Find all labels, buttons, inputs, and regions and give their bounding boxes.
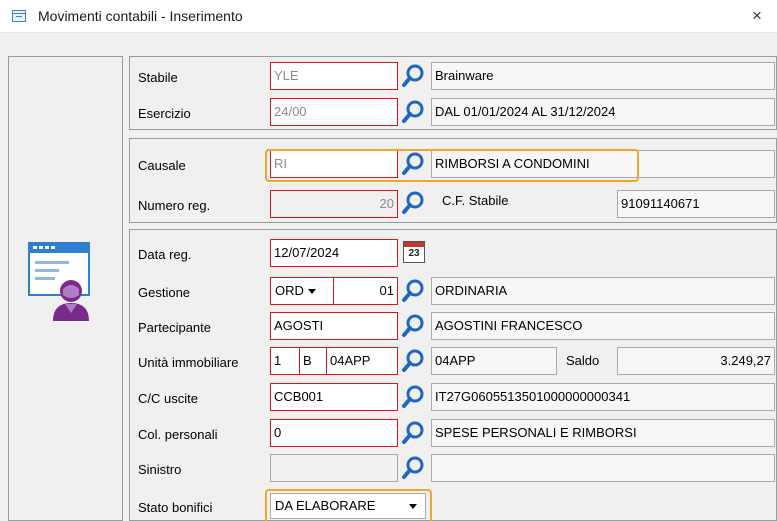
sinistro-search-icon[interactable] (401, 455, 427, 481)
gestione-select-value: ORD (275, 283, 304, 298)
data-reg-label: Data reg. (138, 247, 192, 262)
partecipante-code-input[interactable]: AGOSTI (270, 312, 398, 340)
cf-stabile-label: C.F. Stabile (442, 193, 509, 208)
gestione-label: Gestione (138, 285, 191, 300)
calendar-day-label: 23 (408, 248, 420, 259)
unita-field-a[interactable]: 1 (270, 347, 300, 375)
user-form-icon (28, 242, 90, 321)
cc-uscite-code-input[interactable]: CCB001 (270, 383, 398, 411)
cf-stabile-field: 91091140671 (617, 190, 775, 218)
esercizio-label: Esercizio (138, 106, 191, 121)
cc-uscite-desc-field: IT27G0605513501000000000341 (431, 383, 775, 411)
partecipante-desc-field: AGOSTINI FRANCESCO (431, 312, 775, 340)
gestione-num-input[interactable]: 01 (333, 277, 398, 305)
sinistro-desc-field (431, 454, 775, 482)
partecipante-label: Partecipante (138, 320, 211, 335)
col-personali-label: Col. personali (138, 427, 218, 442)
saldo-label: Saldo (566, 353, 600, 368)
calendar-icon[interactable]: 23 (403, 241, 425, 263)
col-personali-code-input[interactable]: 0 (270, 419, 398, 447)
window-titlebar: Movimenti contabili - Inserimento × (0, 0, 777, 33)
close-icon[interactable]: × (743, 2, 771, 30)
col-personali-search-icon[interactable] (401, 420, 427, 446)
stabile-search-icon[interactable] (401, 63, 427, 89)
unita-search-icon[interactable] (401, 348, 427, 374)
gestione-select[interactable]: ORD (270, 277, 334, 305)
stabile-label: Stabile (138, 70, 178, 85)
stabile-code-input[interactable]: YLE (270, 62, 398, 90)
data-reg-input[interactable]: 12/07/2024 (270, 239, 398, 267)
gestione-search-icon[interactable] (401, 278, 427, 304)
sinistro-code-input[interactable] (270, 454, 398, 482)
causale-label: Causale (138, 158, 186, 173)
esercizio-search-icon[interactable] (401, 99, 427, 125)
unita-field-c[interactable]: 04APP (326, 347, 398, 375)
partecipante-search-icon[interactable] (401, 313, 427, 339)
stato-bonifici-label: Stato bonifici (138, 500, 213, 515)
col-personali-desc-field: SPESE PERSONALI E RIMBORSI (431, 419, 775, 447)
window-app-icon (12, 10, 26, 22)
esercizio-code-input[interactable]: 24/00 (270, 98, 398, 126)
numero-reg-label: Numero reg. (138, 198, 211, 213)
sinistro-label: Sinistro (138, 462, 182, 477)
numero-reg-input[interactable]: 20 (270, 190, 398, 218)
esercizio-desc-field: DAL 01/01/2024 AL 31/12/2024 (431, 98, 775, 126)
causale-highlight (265, 149, 639, 182)
window-title: Movimenti contabili - Inserimento (38, 8, 243, 24)
stato-bonifici-highlight (265, 489, 432, 521)
numero-reg-search-icon[interactable] (401, 190, 427, 216)
cc-uscite-label: C/C uscite (138, 391, 198, 406)
unita-field-b[interactable]: B (299, 347, 327, 375)
unita-desc-field: 04APP (431, 347, 557, 375)
cc-uscite-search-icon[interactable] (401, 384, 427, 410)
unita-label: Unità immobiliare (138, 355, 239, 370)
gestione-desc-field: ORDINARIA (431, 277, 775, 305)
left-illustration-panel (8, 56, 123, 521)
stabile-desc-field: Brainware (431, 62, 775, 90)
chevron-down-icon (307, 289, 316, 295)
saldo-field: 3.249,27 (617, 347, 775, 375)
